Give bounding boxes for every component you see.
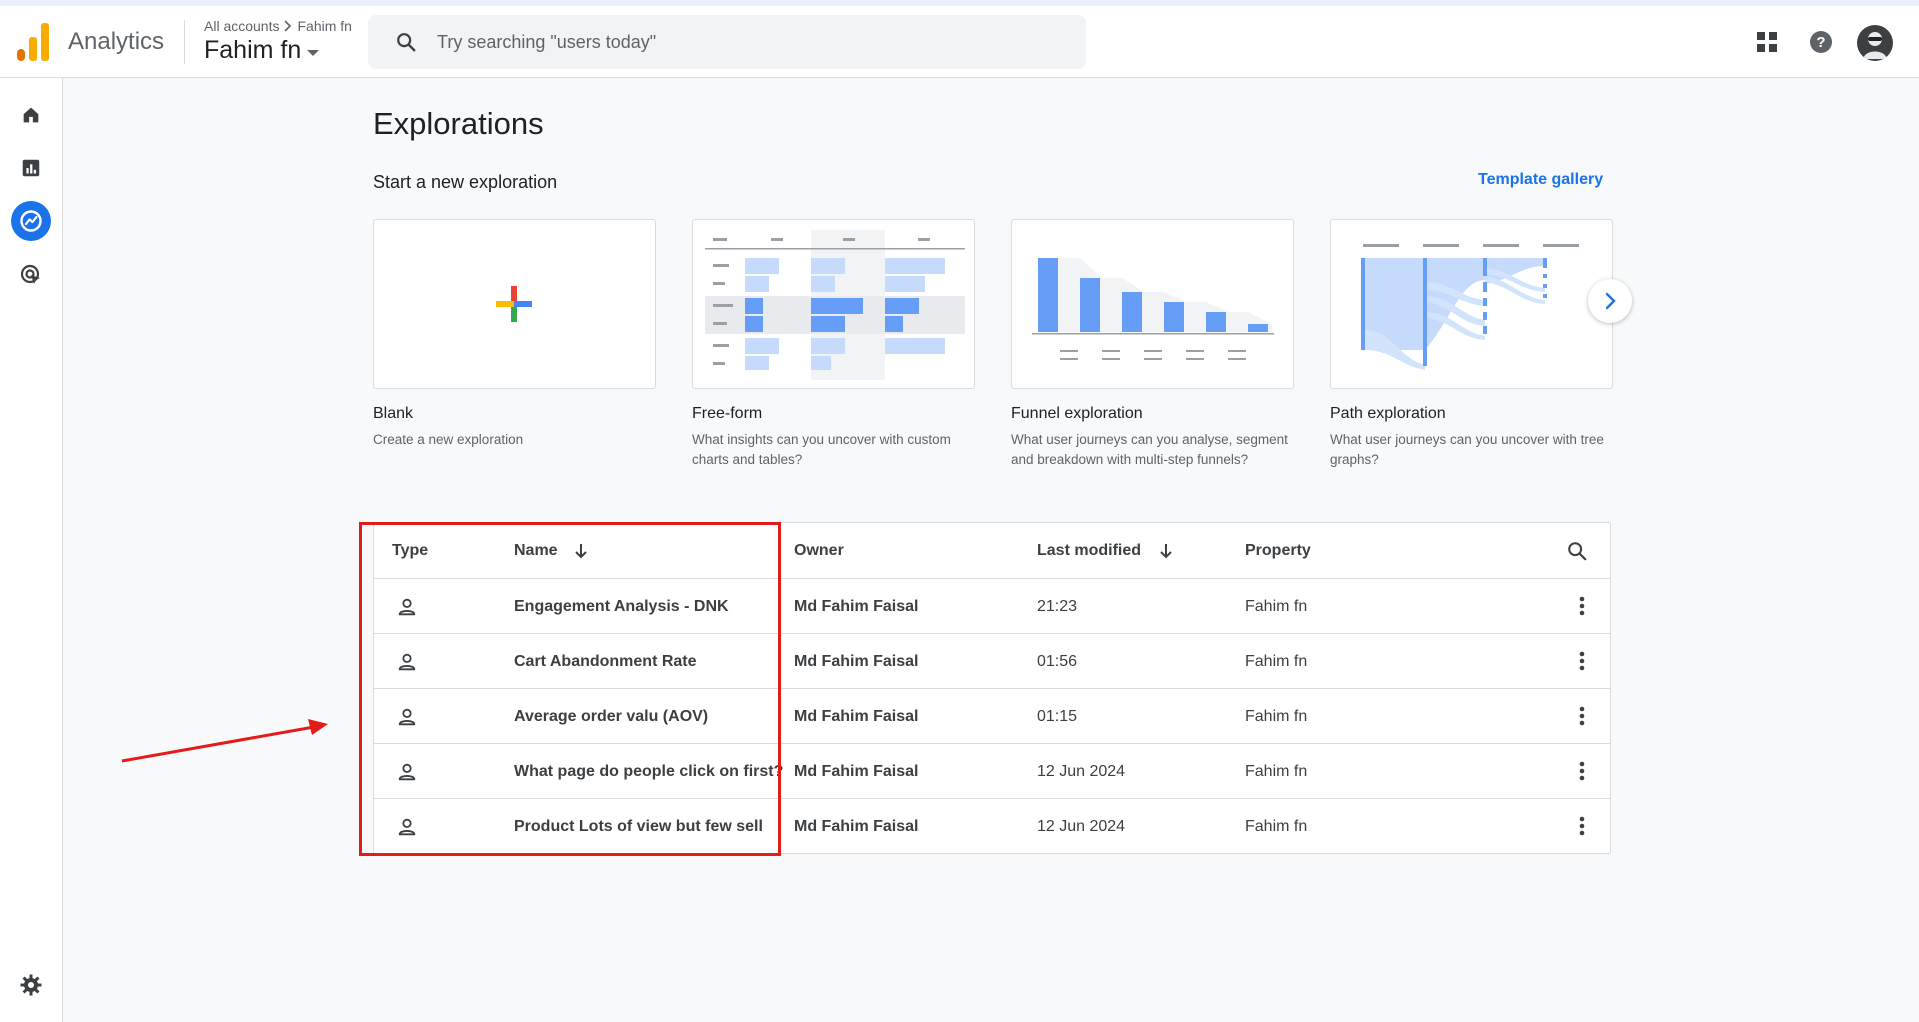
row-name[interactable]: Cart Abandonment Rate (514, 634, 697, 689)
more-vert-icon[interactable] (1570, 704, 1594, 728)
nav-settings[interactable] (11, 965, 51, 1005)
user-icon (398, 653, 416, 670)
analytics-logo-icon[interactable] (17, 23, 49, 61)
row-modified: 12 Jun 2024 (1037, 817, 1126, 835)
funnel-thumbnail-icon (1032, 258, 1274, 360)
more-vert-icon[interactable] (1570, 814, 1594, 838)
header-owner[interactable]: Owner (794, 523, 844, 578)
row-owner: Md Fahim Faisal (794, 817, 919, 835)
card-blank[interactable] (373, 219, 656, 389)
user-icon (398, 598, 416, 615)
sort-arrow-down-icon[interactable] (574, 542, 588, 560)
breadcrumb-all-accounts[interactable]: All accounts (204, 18, 279, 34)
card-desc-blank: Create a new exploration (373, 432, 524, 447)
row-modified: 01:56 (1037, 652, 1078, 670)
row-name[interactable]: Average order valu (AOV) (514, 689, 708, 744)
row-name[interactable]: Engagement Analysis - DNK (514, 579, 729, 634)
avatar[interactable] (1857, 25, 1893, 61)
more-vert-icon[interactable] (1570, 649, 1594, 673)
header-last-modified-label: Last modified (1037, 541, 1142, 559)
plus-icon (496, 286, 532, 322)
more-vert-icon[interactable] (1570, 759, 1594, 783)
chevron-right-icon (284, 20, 292, 32)
card-title-funnel: Funnel exploration (1011, 405, 1143, 422)
card-desc-path: What user journeys can you uncover with … (1330, 432, 1604, 467)
user-icon (398, 708, 416, 725)
row-owner: Md Fahim Faisal (794, 762, 919, 780)
left-nav-rail (0, 78, 63, 1022)
card-title-path: Path exploration (1330, 405, 1446, 422)
card-desc-funnel: What user journeys can you analyse, segm… (1011, 432, 1288, 467)
explorations-table: Type Name Owner Last modified Property E… (373, 522, 1611, 854)
row-property: Fahim fn (1245, 597, 1308, 615)
table-row[interactable]: Product Lots of view but few sell Md Fah… (374, 798, 1610, 854)
user-icon (398, 818, 416, 835)
section-title: Start a new exploration (373, 172, 558, 192)
svg-text:?: ? (1816, 34, 1825, 51)
table-row[interactable]: Average order valu (AOV) Md Fahim Faisal… (374, 688, 1610, 744)
free-form-thumbnail-icon (705, 230, 965, 380)
card-title-free-form: Free-form (692, 405, 763, 422)
caret-down-icon (307, 49, 320, 56)
breadcrumb-account[interactable]: Fahim fn (297, 18, 351, 34)
chevron-right-icon (1605, 292, 1616, 310)
row-owner: Md Fahim Faisal (794, 707, 919, 725)
home-icon (23, 107, 39, 123)
page-title: Explorations (373, 106, 544, 141)
table-row[interactable]: What page do people click on first? Md F… (374, 743, 1610, 799)
row-name[interactable]: What page do people click on first? (514, 744, 783, 799)
card-funnel-exploration[interactable] (1011, 219, 1294, 389)
account-selector[interactable]: Fahim fn (204, 36, 320, 65)
search-bar[interactable] (368, 15, 1086, 69)
row-property: Fahim fn (1245, 707, 1308, 725)
more-vert-icon[interactable] (1570, 594, 1594, 618)
header-divider (184, 20, 185, 64)
table-search-button[interactable] (1566, 523, 1588, 578)
row-owner: Md Fahim Faisal (794, 597, 919, 615)
app-header: Analytics All accounts Fahim fn Fahim fn… (0, 6, 1919, 78)
header-type[interactable]: Type (392, 523, 428, 578)
row-property: Fahim fn (1245, 817, 1308, 835)
nav-home[interactable] (11, 95, 51, 135)
row-modified: 01:15 (1037, 707, 1078, 725)
nav-advertising[interactable] (11, 255, 51, 295)
header-property[interactable]: Property (1245, 523, 1311, 578)
path-thumbnail-icon (1361, 244, 1579, 370)
header-name[interactable]: Name (514, 523, 588, 578)
annotation-arrow-icon (121, 719, 328, 763)
row-modified: 12 Jun 2024 (1037, 762, 1126, 780)
row-property: Fahim fn (1245, 762, 1308, 780)
advertising-icon (20, 264, 40, 284)
row-property: Fahim fn (1245, 652, 1308, 670)
help-icon[interactable]: ? (1808, 29, 1834, 55)
sort-arrow-down-icon[interactable] (1159, 542, 1173, 560)
card-path-exploration[interactable] (1330, 219, 1613, 389)
search-icon (397, 33, 416, 52)
carousel-next-button[interactable] (1588, 279, 1632, 323)
row-owner: Md Fahim Faisal (794, 652, 919, 670)
explore-icon (20, 210, 42, 232)
search-icon (1568, 541, 1587, 560)
breadcrumb[interactable]: All accounts Fahim fn (204, 18, 352, 34)
gear-icon (20, 974, 42, 996)
header-last-modified[interactable]: Last modified (1037, 523, 1173, 578)
row-name[interactable]: Product Lots of view but few sell (514, 799, 763, 854)
card-free-form[interactable] (692, 219, 975, 389)
user-icon (398, 763, 416, 780)
nav-reports[interactable] (11, 148, 51, 188)
table-row[interactable]: Cart Abandonment Rate Md Fahim Faisal 01… (374, 633, 1610, 689)
row-modified: 21:23 (1037, 597, 1078, 615)
template-gallery-link[interactable]: Template gallery (1478, 171, 1603, 189)
apps-grid-icon[interactable] (1754, 29, 1780, 55)
card-desc-free-form: What insights can you uncover with custo… (692, 432, 951, 467)
table-row[interactable]: Engagement Analysis - DNK Md Fahim Faisa… (374, 578, 1610, 634)
account-name: Fahim fn (204, 36, 302, 64)
header-name-label: Name (514, 541, 558, 559)
app-name: Analytics (68, 28, 165, 55)
user-avatar-icon (1863, 32, 1887, 59)
nav-explore[interactable] (11, 201, 51, 241)
reports-icon (22, 159, 40, 177)
card-title-blank: Blank (373, 405, 414, 422)
search-input[interactable] (435, 30, 1039, 54)
